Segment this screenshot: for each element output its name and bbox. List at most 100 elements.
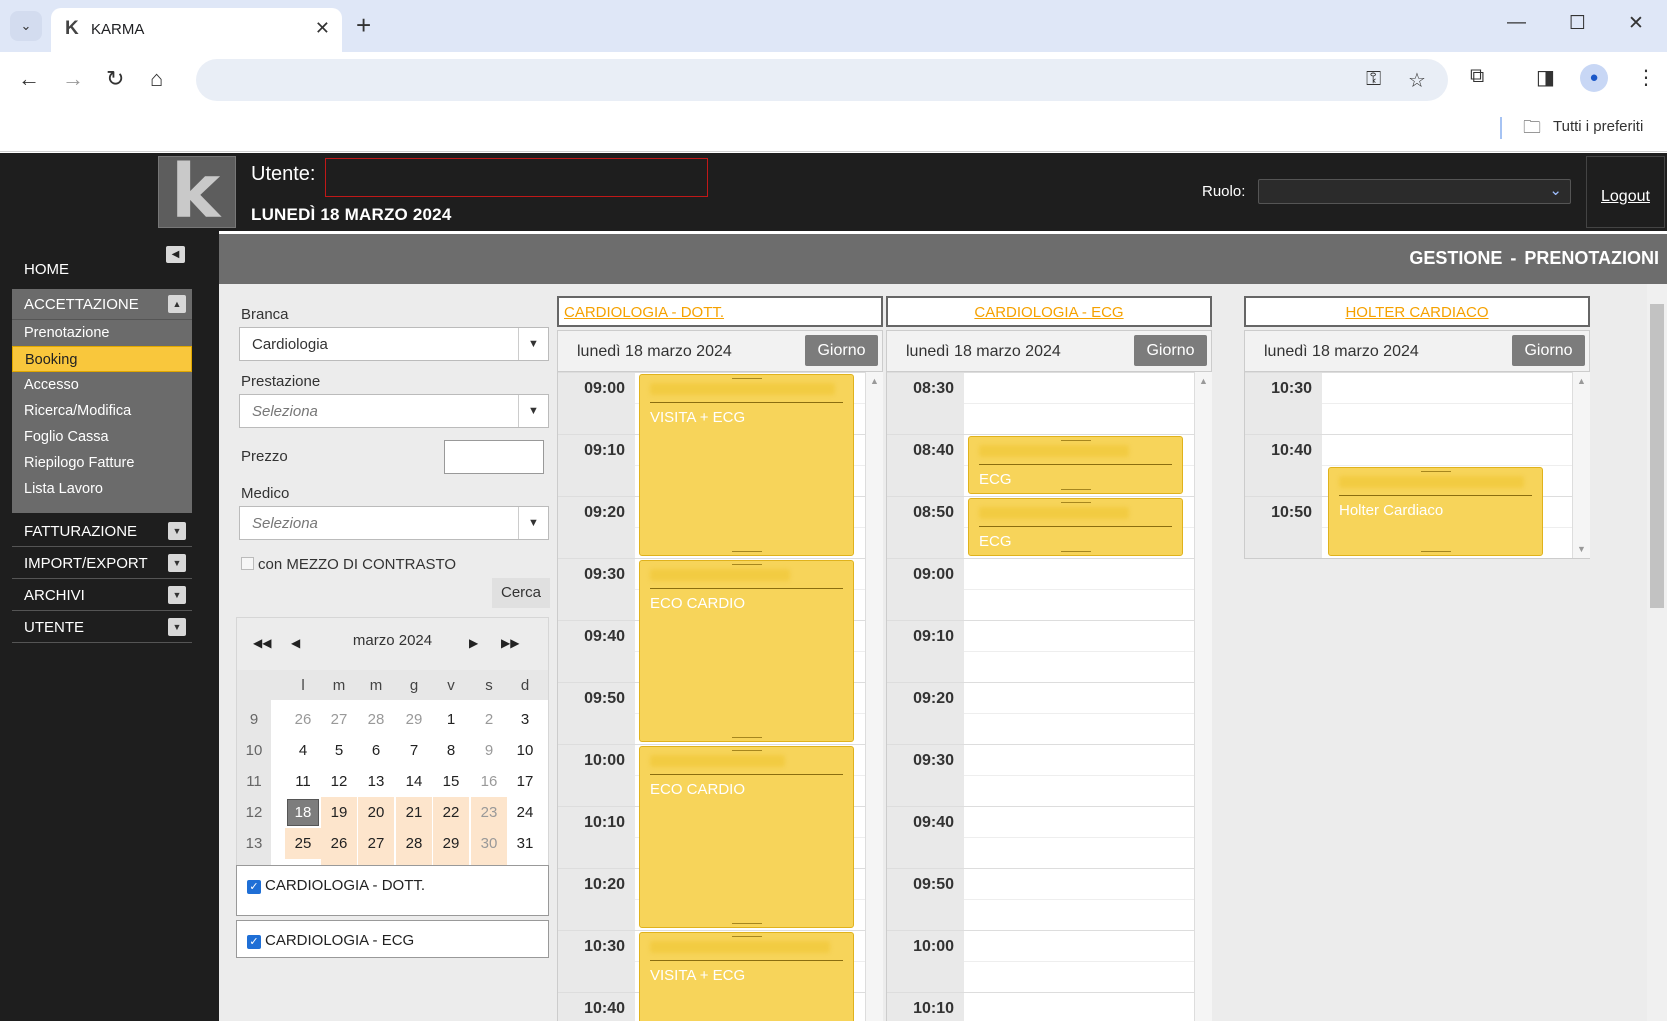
resize-handle[interactable] bbox=[1060, 502, 1091, 503]
resize-handle[interactable] bbox=[731, 750, 762, 751]
calendar-day[interactable]: 18 bbox=[287, 799, 319, 826]
ruolo-select[interactable]: ⌄ bbox=[1258, 179, 1571, 204]
close-icon[interactable]: ✕ bbox=[315, 18, 330, 39]
column-title-link[interactable]: CARDIOLOGIA - DOTT. bbox=[559, 304, 881, 321]
menu-import-export[interactable]: IMPORT/EXPORT ▼ bbox=[12, 548, 192, 579]
calendar-day[interactable]: 7 bbox=[396, 735, 432, 766]
calendar-day[interactable]: 6 bbox=[358, 735, 394, 766]
calendar-day[interactable]: 14 bbox=[396, 766, 432, 797]
collapse-sidebar-button[interactable]: ◀ bbox=[166, 246, 185, 263]
submenu-booking[interactable]: Booking bbox=[12, 346, 192, 372]
tab-search-button[interactable]: ⌄ bbox=[10, 11, 42, 41]
calendar-day[interactable]: 3 bbox=[507, 704, 543, 735]
calendar-day[interactable]: 21 bbox=[396, 797, 432, 828]
dropdown-arrow-icon[interactable]: ▼ bbox=[518, 507, 548, 539]
triangle-up-icon[interactable]: ▲ bbox=[168, 295, 186, 313]
back-icon[interactable]: ← bbox=[18, 66, 40, 92]
more-menu-icon[interactable]: ⋮ bbox=[1636, 65, 1656, 90]
calendar-day[interactable]: 29 bbox=[396, 704, 432, 735]
checkbox-checked-icon[interactable]: ✓ bbox=[247, 935, 261, 949]
calendar-day[interactable]: 26 bbox=[321, 828, 357, 859]
resize-handle[interactable] bbox=[731, 737, 762, 738]
submenu-riepilogo-fatture[interactable]: Riepilogo Fatture bbox=[12, 450, 192, 476]
appointment-block[interactable]: VISITA + ECG bbox=[639, 932, 854, 1021]
submenu-foglio-cassa[interactable]: Foglio Cassa bbox=[12, 424, 192, 450]
checkbox-checked-icon[interactable]: ✓ bbox=[247, 880, 261, 894]
resize-handle[interactable] bbox=[1420, 471, 1451, 472]
key-icon[interactable]: ⚿ bbox=[1366, 68, 1381, 91]
resize-handle[interactable] bbox=[731, 923, 762, 924]
appointment-block[interactable]: ECO CARDIO bbox=[639, 560, 854, 742]
calendar-day[interactable]: 31 bbox=[507, 828, 543, 859]
calendar-day[interactable]: 12 bbox=[321, 766, 357, 797]
appointment-block[interactable]: ECG bbox=[968, 436, 1183, 494]
maximize-icon[interactable]: ☐ bbox=[1569, 12, 1586, 35]
scroll-up-icon[interactable]: ▲ bbox=[1577, 376, 1586, 386]
calendar-day[interactable]: 19 bbox=[321, 797, 357, 828]
scroll-down-icon[interactable]: ▼ bbox=[1577, 544, 1586, 554]
calendar-day[interactable]: 8 bbox=[433, 735, 469, 766]
address-bar[interactable]: ⚿ ☆ bbox=[196, 59, 1448, 101]
forward-icon[interactable]: → bbox=[62, 66, 84, 92]
resize-handle[interactable] bbox=[731, 936, 762, 937]
agenda-filter-cardiologia-dott[interactable]: ✓ CARDIOLOGIA - DOTT. bbox=[236, 865, 549, 916]
submenu-ricerca-modifica[interactable]: Ricerca/Modifica bbox=[12, 398, 192, 424]
calendar-day[interactable]: 16 bbox=[471, 766, 507, 797]
resize-handle[interactable] bbox=[731, 564, 762, 565]
all-bookmarks-link[interactable]: Tutti i preferiti bbox=[1553, 118, 1643, 135]
calendar-day[interactable]: 9 bbox=[471, 735, 507, 766]
calendar-day[interactable]: 22 bbox=[433, 797, 469, 828]
branca-select[interactable]: Cardiologia ▼ bbox=[239, 327, 549, 361]
giorno-button[interactable]: Giorno bbox=[1512, 335, 1585, 366]
calendar-day[interactable]: 26 bbox=[285, 704, 321, 735]
menu-home[interactable]: HOME bbox=[24, 261, 69, 278]
dropdown-arrow-icon[interactable]: ▼ bbox=[518, 328, 548, 360]
resize-handle[interactable] bbox=[731, 551, 762, 552]
contrasto-checkbox[interactable] bbox=[241, 557, 254, 570]
triangle-down-icon[interactable]: ▼ bbox=[168, 554, 186, 572]
calendar-day[interactable]: 20 bbox=[358, 797, 394, 828]
minimize-icon[interactable]: — bbox=[1507, 12, 1526, 34]
column-scrollbar[interactable]: ▲ bbox=[1194, 372, 1212, 1021]
new-tab-icon[interactable]: + bbox=[356, 10, 371, 40]
calendar-day[interactable]: 4 bbox=[285, 735, 321, 766]
browser-tab[interactable]: K KARMA ✕ bbox=[51, 8, 342, 52]
folder-icon[interactable]: 🗀 bbox=[1523, 115, 1541, 145]
menu-utente[interactable]: UTENTE ▼ bbox=[12, 612, 192, 643]
resize-handle[interactable] bbox=[1060, 440, 1091, 441]
extensions-icon[interactable]: ⧉ bbox=[1470, 65, 1484, 88]
home-icon[interactable]: ⌂ bbox=[150, 66, 163, 92]
cerca-button[interactable]: Cerca bbox=[492, 578, 550, 608]
column-title-link[interactable]: HOLTER CARDIACO bbox=[1246, 304, 1588, 321]
calendar-day[interactable]: 10 bbox=[507, 735, 543, 766]
calendar-day[interactable]: 13 bbox=[358, 766, 394, 797]
appointment-block[interactable]: ECO CARDIO bbox=[639, 746, 854, 928]
calendar-day[interactable]: 1 bbox=[433, 704, 469, 735]
menu-fatturazione[interactable]: FATTURAZIONE ▼ bbox=[12, 516, 192, 547]
triangle-down-icon[interactable]: ▼ bbox=[168, 522, 186, 540]
column-scrollbar[interactable]: ▲ bbox=[865, 372, 883, 1021]
scroll-up-icon[interactable]: ▲ bbox=[870, 376, 879, 386]
submenu-prenotazione[interactable]: Prenotazione bbox=[12, 320, 192, 346]
calendar-day[interactable]: 30 bbox=[471, 828, 507, 859]
calendar-day[interactable]: 2 bbox=[471, 704, 507, 735]
side-panel-icon[interactable]: ◨ bbox=[1536, 65, 1555, 90]
triangle-down-icon[interactable]: ▼ bbox=[168, 618, 186, 636]
dropdown-arrow-icon[interactable]: ▼ bbox=[518, 395, 548, 427]
medico-select[interactable]: Seleziona ▼ bbox=[239, 506, 549, 540]
appointment-block[interactable]: Holter Cardiaco bbox=[1328, 467, 1543, 556]
next-year-icon[interactable]: ▶▶ bbox=[501, 636, 519, 650]
resize-handle[interactable] bbox=[1060, 489, 1091, 490]
star-icon[interactable]: ☆ bbox=[1408, 68, 1426, 93]
calendar-day[interactable]: 25 bbox=[285, 828, 321, 859]
submenu-lista-lavoro[interactable]: Lista Lavoro bbox=[12, 476, 192, 502]
next-month-icon[interactable]: ▶ bbox=[469, 636, 478, 650]
column-title-link[interactable]: CARDIOLOGIA - ECG bbox=[888, 304, 1210, 321]
calendar-day[interactable]: 11 bbox=[285, 766, 321, 797]
scrollbar-thumb[interactable] bbox=[1650, 304, 1664, 608]
submenu-accesso[interactable]: Accesso bbox=[12, 372, 192, 398]
giorno-button[interactable]: Giorno bbox=[805, 335, 878, 366]
menu-archivi[interactable]: ARCHIVI ▼ bbox=[12, 580, 192, 611]
appointment-block[interactable]: ECG bbox=[968, 498, 1183, 556]
resize-handle[interactable] bbox=[731, 378, 762, 379]
